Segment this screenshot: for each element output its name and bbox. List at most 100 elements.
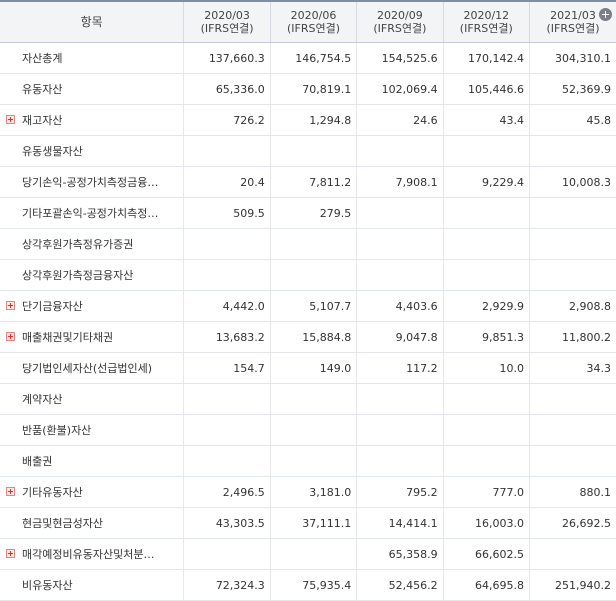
row-label-cell: 상각후원가측정금융자산 [0,259,184,291]
table-body: 자산총계 137,660.3 146,754.5 154,525.6 170,142.4… [0,42,616,601]
value-cell: 1,294.8 [269,104,357,136]
value-cell [183,538,271,570]
row-label: 자산총계 [22,52,63,65]
value-cell: 137,660.3 [183,42,271,74]
table-row: 현금및현금성자산 43,303.5 37,111.1 14,414.1 16,003.0… [0,507,616,539]
period-basis: (IFRS연결) [286,22,341,35]
plus-circle-icon[interactable] [599,8,612,21]
expand-plus-icon[interactable] [6,487,15,496]
table-row: 유동생물자산 [0,135,616,167]
period-basis: (IFRS연결) [373,22,427,35]
period-header: 2021/03 (IFRS연결) [529,0,616,43]
value-cell: 304,310.1 [529,42,616,74]
value-cell: 5,107.7 [269,290,357,322]
value-cell: 70,819.1 [269,73,357,105]
value-cell: 7,908.1 [356,166,444,198]
value-cell [442,445,530,477]
row-label-cell: 비유동자산 [0,569,184,601]
expand-plus-icon[interactable] [6,301,15,310]
table-row: 재고자산 726.2 1,294.8 24.6 43.4 45.8 [0,104,616,136]
value-cell [356,445,444,477]
value-cell: 4,442.0 [183,290,271,322]
table-row: 당기법인세자산(선급법인세) 154.7 149.0 117.2 10.0 34.3 [0,352,616,384]
table-row: 계약자산 [0,383,616,415]
table-row: 상각후원가측정금융자산 [0,259,616,291]
value-cell: 117.2 [356,352,444,384]
row-label: 유동생물자산 [22,145,83,158]
value-cell [529,197,616,229]
row-label-cell: 배출권 [0,445,184,477]
table-row: 단기금융자산 4,442.0 5,107.7 4,403.6 2,929.9 2,908.… [0,290,616,322]
value-cell [269,383,357,415]
value-cell [356,259,444,291]
value-cell [183,445,271,477]
value-cell: 9,047.8 [356,321,444,353]
period-date: 2020/12 [463,9,510,22]
value-cell [442,197,530,229]
value-cell: 26,692.5 [529,507,616,539]
value-cell: 795.2 [356,476,444,508]
value-cell: 10,008.3 [529,166,616,198]
value-cell [442,383,530,415]
row-label: 매출채권및기타채권 [22,331,114,344]
expand-plus-icon[interactable] [6,549,15,558]
period-date: 2020/03 [204,9,250,22]
value-cell: 2,929.9 [442,290,530,322]
value-cell [269,445,357,477]
value-cell: 3,181.0 [269,476,357,508]
value-cell [269,414,357,446]
value-cell: 52,369.9 [529,73,616,105]
value-cell: 880.1 [529,476,616,508]
value-cell: 20.4 [183,166,271,198]
value-cell [356,135,444,167]
header-row: 항목 2020/03 (IFRS연결) 2020/06 (IFRS연결) 202… [0,0,616,43]
table-row: 배출권 [0,445,616,477]
value-cell: 10.0 [442,352,530,384]
row-label-cell: 기타포괄손익-공정가치측정… [0,197,184,229]
period-basis: (IFRS연결) [200,22,254,35]
value-cell [442,414,530,446]
value-cell [529,383,616,415]
row-label: 기타유동자산 [22,486,83,499]
value-cell: 52,456.2 [356,569,444,601]
row-label-cell: 유동자산 [0,73,184,105]
value-cell: 45.8 [529,104,616,136]
value-cell: 11,800.2 [529,321,616,353]
row-label-cell: 단기금융자산 [0,290,184,322]
table-row: 매각예정비유동자산및처분… 65,358.9 66,602.5 [0,538,616,570]
row-label-cell: 상각후원가측정유가증권 [0,228,184,260]
value-cell [529,228,616,260]
value-cell [529,414,616,446]
value-cell: 66,602.5 [442,538,530,570]
value-cell: 9,229.4 [442,166,530,198]
table-row: 상각후원가측정유가증권 [0,228,616,260]
row-label-cell: 자산총계 [0,42,184,74]
value-cell [183,414,271,446]
value-cell: 72,324.3 [183,569,271,601]
value-cell: 43,303.5 [183,507,271,539]
value-cell [356,414,444,446]
value-cell: 13,683.2 [183,321,271,353]
value-cell: 34.3 [529,352,616,384]
value-cell [356,383,444,415]
row-label: 반품(환불)자산 [22,424,92,437]
row-label: 재고자산 [22,114,63,127]
value-cell: 149.0 [269,352,357,384]
period-header: 2020/12 (IFRS연결) [442,0,530,43]
expand-plus-icon[interactable] [6,332,15,341]
value-cell: 154.7 [183,352,271,384]
table-row: 기타유동자산 2,496.5 3,181.0 795.2 777.0 880.1 [0,476,616,508]
value-cell: 24.6 [356,104,444,136]
value-cell [269,538,357,570]
value-cell: 2,908.8 [529,290,616,322]
row-label: 비유동자산 [22,579,73,592]
value-cell: 16,003.0 [442,507,530,539]
row-label-cell: 현금및현금성자산 [0,507,184,539]
value-cell: 7,811.2 [269,166,357,198]
table-row: 유동자산 65,336.0 70,819.1 102,069.4 105,446.6 52… [0,73,616,105]
value-cell: 65,358.9 [356,538,444,570]
table-row: 매출채권및기타채권 13,683.2 15,884.8 9,047.8 9,851.3 1… [0,321,616,353]
value-cell: 154,525.6 [356,42,444,74]
value-cell [269,135,357,167]
expand-plus-icon[interactable] [6,115,15,124]
